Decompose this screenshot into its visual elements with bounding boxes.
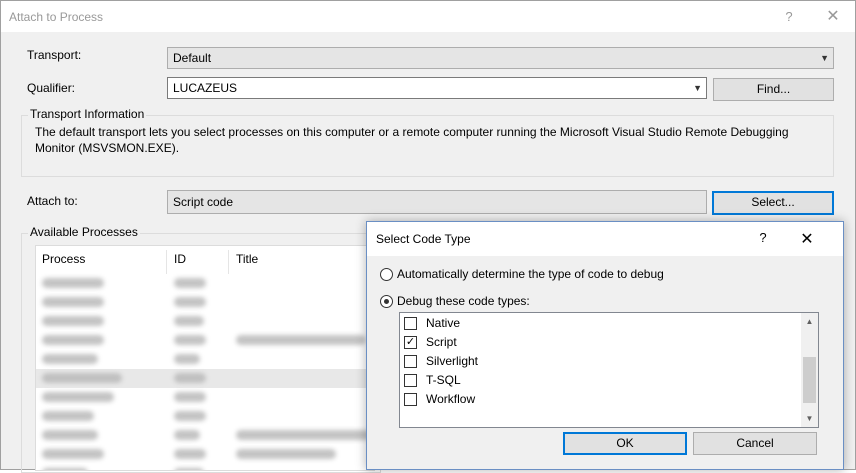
column-header-id[interactable]: ID bbox=[174, 252, 186, 266]
column-separator[interactable] bbox=[228, 250, 229, 274]
manual-code-types-radio[interactable] bbox=[380, 295, 393, 308]
list-item[interactable]: Native bbox=[404, 314, 784, 333]
qualifier-label: Qualifier: bbox=[27, 81, 76, 95]
column-header-title[interactable]: Title bbox=[236, 252, 258, 266]
transport-info-text: The default transport lets you select pr… bbox=[35, 125, 789, 155]
table-row[interactable] bbox=[36, 407, 374, 426]
help-icon[interactable]: ? bbox=[753, 230, 773, 245]
attach-to-value: Script code bbox=[173, 195, 234, 209]
scrollbar-thumb[interactable] bbox=[803, 357, 816, 403]
transport-value: Default bbox=[173, 51, 212, 65]
code-type-label: T-SQL bbox=[426, 373, 461, 387]
qualifier-value: LUCAZEUS bbox=[173, 81, 238, 95]
code-type-label: Silverlight bbox=[426, 354, 479, 368]
transport-info-heading: Transport Information bbox=[28, 107, 147, 121]
transport-combobox[interactable]: Default ▼ bbox=[167, 47, 834, 69]
table-row[interactable] bbox=[36, 445, 374, 464]
column-header-process[interactable]: Process bbox=[42, 252, 85, 266]
list-item[interactable]: T-SQL bbox=[404, 371, 784, 390]
select-button[interactable]: Select... bbox=[712, 191, 834, 215]
manual-code-types-label[interactable]: Debug these code types: bbox=[397, 294, 530, 308]
table-row[interactable] bbox=[36, 274, 374, 293]
attach-to-label: Attach to: bbox=[27, 194, 78, 208]
table-row[interactable] bbox=[36, 331, 374, 350]
available-processes-heading: Available Processes bbox=[28, 225, 140, 239]
code-type-label: Script bbox=[426, 335, 457, 349]
list-item[interactable]: Silverlight bbox=[404, 352, 784, 371]
tsql-checkbox[interactable] bbox=[404, 374, 417, 387]
cancel-button[interactable]: Cancel bbox=[693, 432, 817, 455]
process-rows bbox=[36, 274, 374, 470]
vertical-scrollbar[interactable]: ▲ ▼ bbox=[801, 313, 818, 427]
code-type-label: Workflow bbox=[426, 392, 476, 406]
dialog-title-bar: Select Code Type ? ✕ bbox=[367, 222, 843, 256]
code-type-label: Native bbox=[426, 316, 461, 330]
attach-to-field: Script code bbox=[167, 190, 707, 214]
qualifier-combobox[interactable]: LUCAZEUS ▼ bbox=[167, 77, 707, 99]
window-title: Attach to Process bbox=[9, 10, 104, 24]
auto-detect-label[interactable]: Automatically determine the type of code… bbox=[397, 267, 664, 281]
list-item[interactable]: ✓ Script bbox=[404, 333, 784, 352]
code-type-list[interactable]: Native ✓ Script Silverlight T-SQL Workfl… bbox=[399, 312, 819, 428]
close-icon[interactable]: ✕ bbox=[797, 229, 817, 249]
column-separator[interactable] bbox=[166, 250, 167, 274]
workflow-checkbox[interactable] bbox=[404, 393, 417, 406]
help-icon[interactable]: ? bbox=[779, 7, 799, 27]
select-code-type-dialog: Select Code Type ? ✕ Automatically deter… bbox=[366, 221, 844, 470]
chevron-down-icon: ▼ bbox=[820, 53, 829, 63]
transport-label: Transport: bbox=[27, 48, 82, 62]
native-checkbox[interactable] bbox=[404, 317, 417, 330]
table-row[interactable] bbox=[36, 426, 374, 445]
script-checkbox[interactable]: ✓ bbox=[404, 336, 417, 349]
list-item[interactable]: Workflow bbox=[404, 390, 784, 409]
auto-detect-radio[interactable] bbox=[380, 268, 393, 281]
dialog-title: Select Code Type bbox=[376, 232, 471, 246]
chevron-down-icon: ▼ bbox=[693, 83, 702, 93]
table-row[interactable] bbox=[36, 312, 374, 331]
table-row[interactable] bbox=[36, 350, 374, 369]
table-row[interactable] bbox=[36, 388, 374, 407]
table-row[interactable] bbox=[36, 293, 374, 312]
close-icon[interactable]: ✕ bbox=[823, 7, 843, 27]
table-row-selected[interactable] bbox=[36, 369, 374, 388]
scroll-down-icon[interactable]: ▼ bbox=[801, 410, 818, 427]
title-bar: Attach to Process ? ✕ bbox=[1, 1, 855, 32]
silverlight-checkbox[interactable] bbox=[404, 355, 417, 368]
process-list[interactable]: Process ID Title bbox=[35, 245, 375, 471]
scroll-up-icon[interactable]: ▲ bbox=[801, 313, 818, 330]
ok-button[interactable]: OK bbox=[563, 432, 687, 455]
find-button[interactable]: Find... bbox=[713, 78, 834, 101]
